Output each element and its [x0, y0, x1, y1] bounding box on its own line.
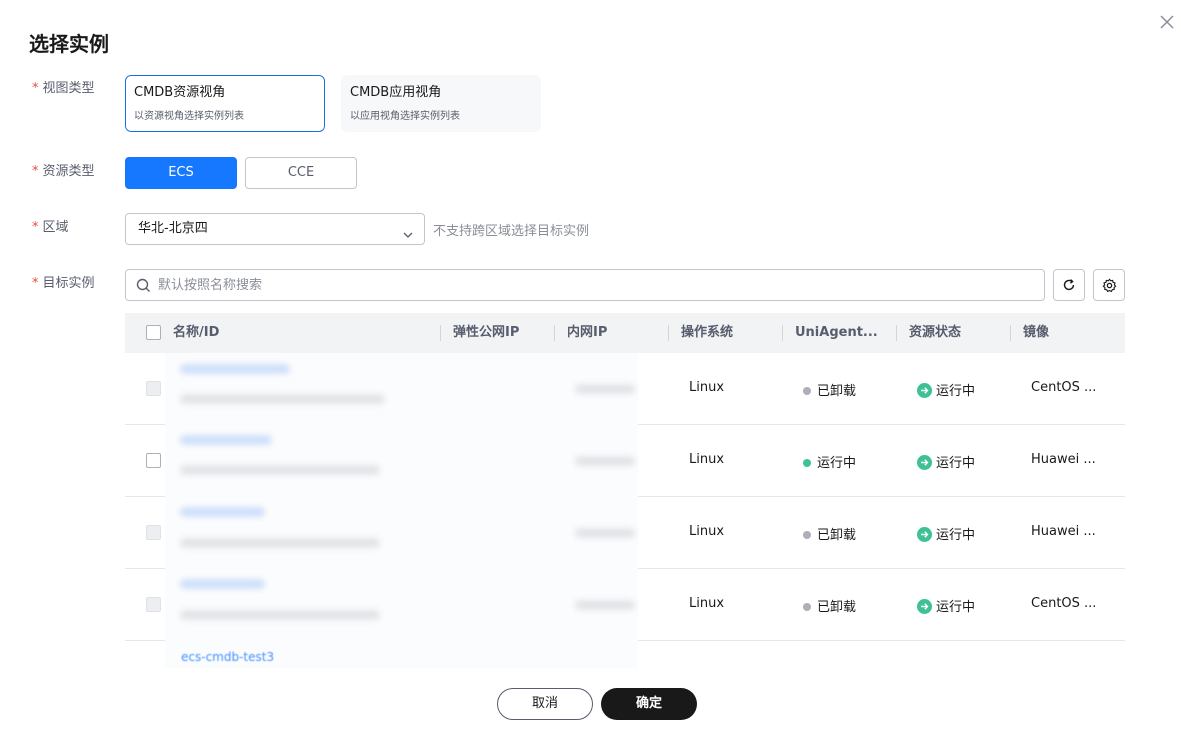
- resource-type-cce[interactable]: CCE: [245, 157, 357, 189]
- gear-icon: [1102, 278, 1117, 293]
- search-input[interactable]: [158, 271, 1028, 299]
- row-os: Linux: [689, 380, 725, 395]
- refresh-button[interactable]: [1053, 269, 1085, 301]
- search-box[interactable]: [125, 269, 1045, 301]
- region-hint: 不支持跨区域选择目标实例: [433, 224, 590, 239]
- row-os: Linux: [689, 524, 725, 539]
- refresh-icon: [1063, 279, 1075, 291]
- resource-type-ecs[interactable]: ECS: [125, 157, 237, 189]
- column-header-status: 资源状态: [909, 325, 962, 340]
- view-option-desc: 以资源视角选择实例列表: [134, 111, 244, 122]
- row-image: CentOS ...: [1031, 380, 1097, 395]
- redacted-link: [180, 579, 265, 589]
- running-icon: [917, 455, 932, 470]
- running-icon: [917, 527, 932, 542]
- row-image: Huawei ...: [1031, 452, 1096, 467]
- column-header-uniagent: UniAgent...: [795, 325, 878, 340]
- view-option-desc: 以应用视角选择实例列表: [350, 111, 460, 122]
- column-divider: [668, 325, 669, 341]
- region-label: * 区域: [32, 220, 69, 235]
- select-all-checkbox[interactable]: [146, 325, 161, 340]
- view-option-resource[interactable]: CMDB资源视角 以资源视角选择实例列表: [125, 75, 325, 132]
- column-header-image: 镜像: [1023, 325, 1050, 340]
- column-divider: [896, 325, 897, 341]
- settings-button[interactable]: [1093, 269, 1125, 301]
- row-os: Linux: [689, 452, 725, 467]
- redacted-link: [180, 364, 290, 374]
- status-dot: [803, 459, 811, 467]
- redacted-link: [180, 435, 272, 445]
- row-agent-status: 已卸载: [803, 596, 856, 615]
- required-mark: *: [32, 164, 39, 179]
- column-header-name: 名称/ID: [173, 325, 220, 340]
- redacted-id: [180, 465, 380, 475]
- region-value: 华北-北京四: [138, 221, 208, 236]
- chevron-down-icon: [402, 223, 414, 238]
- running-icon: [917, 599, 932, 614]
- dialog-title: 选择实例: [29, 32, 109, 56]
- row-checkbox[interactable]: [146, 381, 161, 396]
- required-mark: *: [32, 81, 39, 96]
- search-icon: [136, 278, 151, 293]
- status-dot: [803, 387, 811, 395]
- row-agent-status: 已卸载: [803, 380, 856, 399]
- row-image: Huawei ...: [1031, 524, 1096, 539]
- table-header: 名称/ID 弹性公网IP 内网IP 操作系统 UniAgent... 资源状态 …: [125, 313, 1125, 353]
- required-mark: *: [32, 276, 39, 291]
- row-resource-status: 运行中: [917, 524, 975, 543]
- column-header-os: 操作系统: [681, 325, 734, 340]
- row-resource-status: 运行中: [917, 380, 975, 399]
- column-divider: [554, 325, 555, 341]
- redacted-ip: [575, 456, 635, 466]
- row-agent-status: 已卸载: [803, 524, 856, 543]
- column-header-private-ip: 内网IP: [567, 325, 608, 340]
- view-option-title: CMDB资源视角: [134, 85, 226, 100]
- redacted-id: [180, 394, 385, 404]
- row-checkbox[interactable]: [146, 453, 161, 468]
- cancel-button[interactable]: 取消: [497, 688, 593, 720]
- instance-name-link[interactable]: ecs-cmdb-test3: [181, 650, 274, 664]
- redacted-ip: [575, 600, 635, 610]
- status-dot: [803, 531, 811, 539]
- row-checkbox[interactable]: [146, 525, 161, 540]
- status-dot: [803, 603, 811, 611]
- confirm-button[interactable]: 确定: [601, 688, 697, 720]
- row-image: CentOS ...: [1031, 596, 1097, 611]
- row-resource-status: 运行中: [917, 596, 975, 615]
- region-select[interactable]: 华北-北京四: [125, 213, 425, 245]
- row-resource-status: 运行中: [917, 452, 975, 471]
- redacted-ip: [575, 384, 635, 394]
- running-icon: [917, 383, 932, 398]
- column-divider: [782, 325, 783, 341]
- row-agent-status: 运行中: [803, 452, 856, 471]
- redacted-link: [180, 507, 265, 517]
- redacted-id: [180, 610, 380, 620]
- column-divider: [440, 325, 441, 341]
- target-label: * 目标实例: [32, 276, 95, 291]
- redacted-ip: [575, 528, 635, 538]
- view-type-label: * 视图类型: [32, 81, 95, 96]
- redacted-id: [180, 538, 380, 548]
- view-option-title: CMDB应用视角: [350, 85, 442, 100]
- row-os: Linux: [689, 596, 725, 611]
- close-icon[interactable]: [1160, 14, 1180, 34]
- required-mark: *: [32, 220, 39, 235]
- column-header-eip: 弹性公网IP: [453, 325, 520, 340]
- view-option-application[interactable]: CMDB应用视角 以应用视角选择实例列表: [341, 75, 541, 132]
- column-divider: [1010, 325, 1011, 341]
- resource-type-label: * 资源类型: [32, 164, 95, 179]
- row-checkbox[interactable]: [146, 597, 161, 612]
